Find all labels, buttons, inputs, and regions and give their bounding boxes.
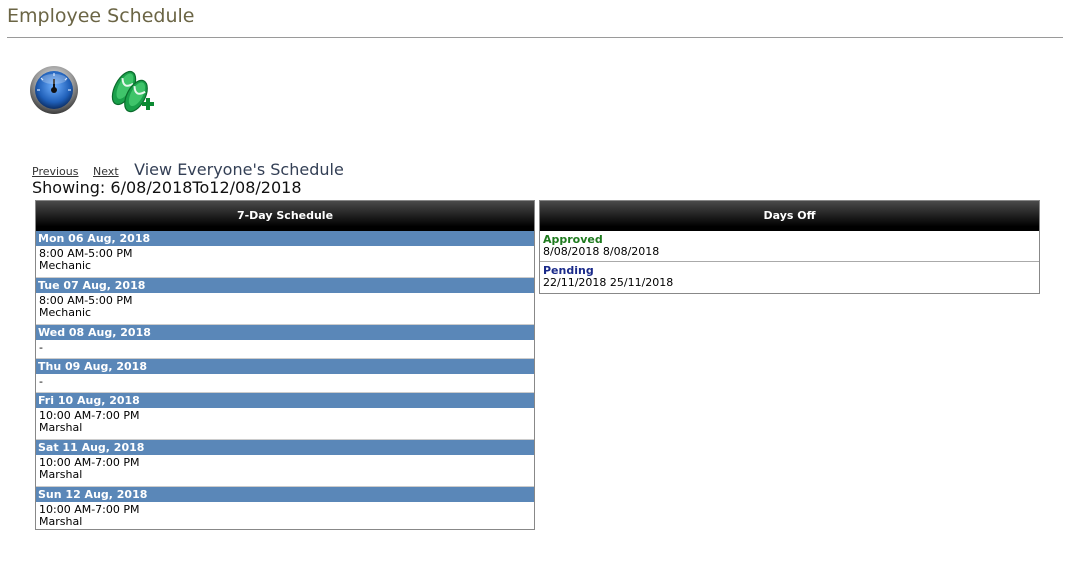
- shift-entry: -: [36, 374, 534, 393]
- day-header: Tue 07 Aug, 2018: [36, 278, 534, 293]
- day-header: Sun 12 Aug, 2018: [36, 487, 534, 502]
- schedule-panel-header: 7-Day Schedule: [36, 201, 534, 231]
- shift-time: 8:00 AM-5:00 PM: [39, 294, 133, 307]
- shift-role: Marshal: [39, 421, 83, 434]
- shift-time: -: [39, 341, 43, 354]
- next-link[interactable]: Next: [93, 165, 119, 178]
- speedometer-icon-graphic: [30, 66, 78, 114]
- day-header: Thu 09 Aug, 2018: [36, 359, 534, 374]
- showing-date-range: Showing: 6/08/2018To12/08/2018: [32, 178, 302, 197]
- shift-time: 10:00 AM-7:00 PM: [39, 456, 140, 469]
- shift-time: 10:00 AM-7:00 PM: [39, 409, 140, 422]
- shift-time: 8:00 AM-5:00 PM: [39, 247, 133, 260]
- days-off-dates: 8/08/2018 8/08/2018: [543, 245, 660, 258]
- days-off-panel: Days Off Approved 8/08/2018 8/08/2018 Pe…: [539, 200, 1040, 294]
- shift-entry: 10:00 AM-7:00 PM Marshal: [36, 502, 534, 533]
- flip-flops-add-icon-graphic: [111, 70, 154, 113]
- shift-entry: 10:00 AM-7:00 PM Marshal: [36, 455, 534, 487]
- shift-entry: 8:00 AM-5:00 PM Mechanic: [36, 293, 534, 325]
- days-off-panel-header: Days Off: [540, 201, 1039, 231]
- view-everyone-schedule-link[interactable]: View Everyone's Schedule: [134, 160, 344, 179]
- shift-role: Marshal: [39, 515, 83, 528]
- day-header: Sat 11 Aug, 2018: [36, 440, 534, 455]
- seven-day-schedule-panel: 7-Day Schedule Mon 06 Aug, 2018 8:00 AM-…: [35, 200, 535, 530]
- shift-entry: -: [36, 340, 534, 359]
- shift-role: Mechanic: [39, 259, 92, 272]
- day-header: Fri 10 Aug, 2018: [36, 393, 534, 408]
- shift-entry: 8:00 AM-5:00 PM Mechanic: [36, 246, 534, 278]
- title-divider: [7, 37, 1063, 38]
- shift-role: Mechanic: [39, 306, 92, 319]
- page-title: Employee Schedule: [7, 5, 195, 27]
- days-off-dates: 22/11/2018 25/11/2018: [543, 276, 674, 289]
- shift-entry: 10:00 AM-7:00 PM Marshal: [36, 408, 534, 440]
- shift-role: Marshal: [39, 468, 83, 481]
- previous-link[interactable]: Previous: [32, 165, 79, 178]
- days-off-entry: Pending 22/11/2018 25/11/2018: [540, 261, 1039, 292]
- schedule-navigation: Previous Next View Everyone's Schedule: [32, 160, 344, 179]
- day-header: Mon 06 Aug, 2018: [36, 231, 534, 246]
- day-header: Wed 08 Aug, 2018: [36, 325, 534, 340]
- shift-time: -: [39, 375, 43, 388]
- shift-time: 10:00 AM-7:00 PM: [39, 503, 140, 516]
- speedometer-icon[interactable]: [28, 64, 80, 116]
- flip-flops-add-icon[interactable]: [102, 66, 158, 118]
- days-off-entry: Approved 8/08/2018 8/08/2018: [540, 231, 1039, 261]
